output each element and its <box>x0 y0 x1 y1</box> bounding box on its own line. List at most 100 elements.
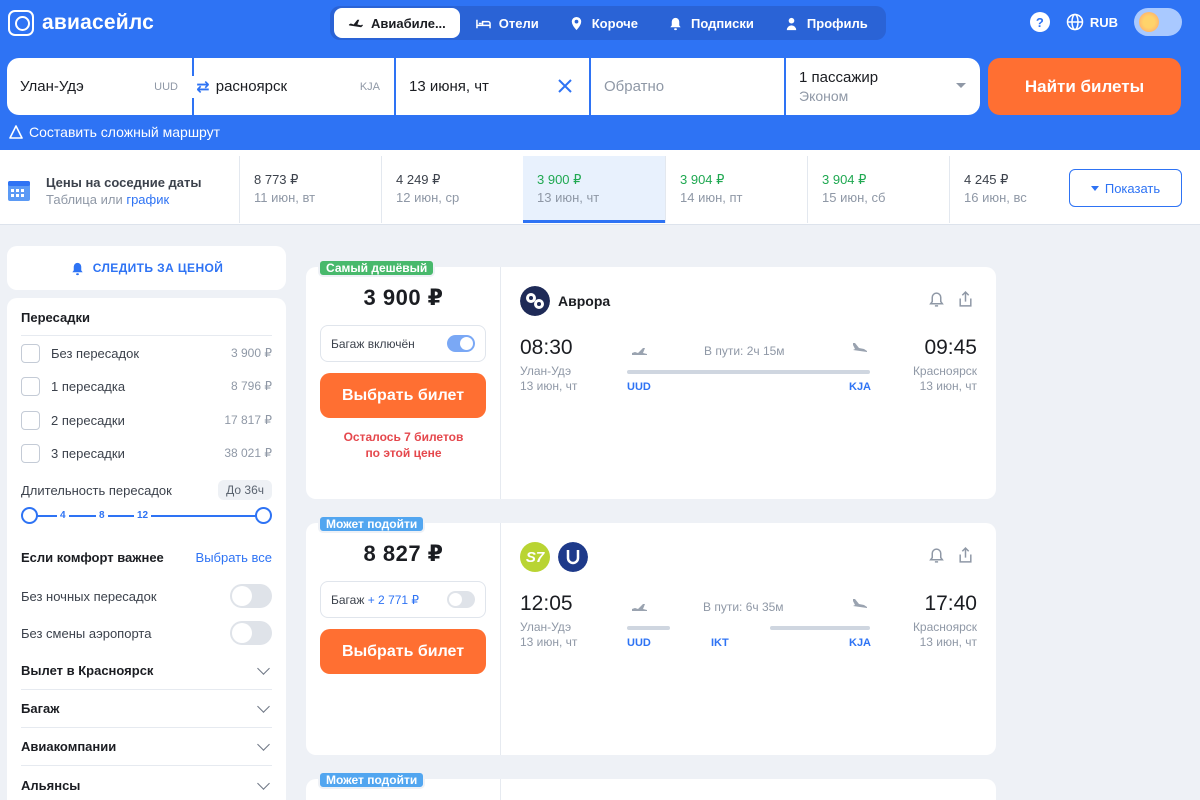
arrival-city: Красноярск <box>912 620 977 634</box>
select-all-link[interactable]: Выбрать все <box>196 550 272 565</box>
utair-logo-icon <box>558 542 588 572</box>
destination-iata-code: KJA <box>849 381 872 393</box>
destination-field[interactable]: Красноярск KJA <box>194 58 394 115</box>
baggage-extra-price: + 2 771 ₽ <box>367 592 420 607</box>
date-cell[interactable]: 8 773 ₽ 11 июн, вт <box>239 156 381 223</box>
bell-icon[interactable] <box>928 547 945 564</box>
slider-handle-min[interactable] <box>21 507 38 524</box>
chart-view-link[interactable]: график <box>126 192 169 207</box>
ticket-card[interactable]: Может подойти <box>306 771 996 800</box>
map-pin-icon <box>571 16 581 30</box>
date-day: 15 июн, сб <box>822 190 886 205</box>
may-suit-badge: Может подойти <box>318 771 426 789</box>
transfer-duration-row: Длительность пересадок До 36ч <box>21 480 272 500</box>
arrival-info: Красноярск 13 июн, чт <box>866 364 977 394</box>
stop-price: 17 817 ₽ <box>224 413 272 427</box>
stop-label: 3 пересадки <box>51 445 125 461</box>
currency-label: RUB <box>1089 14 1118 30</box>
track-price-label: СЛЕДИТЬ ЗА ЦЕНОЙ <box>92 261 224 275</box>
filters-panel: Пересадки Без пересадок 3 900 ₽ 1 переса… <box>7 298 286 800</box>
nav-tab-hotels[interactable]: Отели <box>462 8 553 38</box>
date-cell[interactable]: 4 249 ₽ 12 июн, ср <box>381 156 523 223</box>
departure-date-value: 13 июня, чт <box>409 78 489 95</box>
accordion-label: Багаж <box>21 701 60 716</box>
accordion-alliances[interactable]: Альянсы <box>21 766 272 800</box>
flight-duration: В пути: 6ч 35м <box>703 600 784 614</box>
route-line <box>627 370 870 374</box>
destination-iata-code: KJA <box>849 637 872 649</box>
ticket-actions <box>928 291 974 308</box>
logo[interactable]: авиасейлс <box>8 10 154 36</box>
baggage-toggle[interactable] <box>447 591 475 608</box>
checkbox[interactable] <box>21 343 40 363</box>
date-price: 8 773 ₽ <box>254 172 299 187</box>
accordion-baggage[interactable]: Багаж <box>21 690 272 728</box>
accordion-departure-to-krasnoyarsk[interactable]: Вылет в Красноярск <box>21 652 272 690</box>
date-cell[interactable]: 3 904 ₽ 15 июн, сб <box>807 156 949 223</box>
baggage-toggle[interactable] <box>447 335 475 352</box>
nav-tab-flights[interactable]: Авиабиле... <box>334 8 460 38</box>
no-airport-change-row: Без смены аэропорта <box>21 621 272 645</box>
return-date-placeholder: Обратно <box>604 78 665 95</box>
share-icon[interactable] <box>957 547 974 564</box>
comfort-title: Если комфорт важнее <box>21 550 164 565</box>
origin-field[interactable]: Улан-Удэ UUD <box>7 58 192 115</box>
baggage-option[interactable]: Багаж включён <box>320 325 486 362</box>
accordion-airlines[interactable]: Авиакомпании <box>21 728 272 766</box>
stop-option[interactable]: 3 пересадки 38 021 ₽ <box>21 442 272 464</box>
help-icon[interactable]: ? <box>1029 12 1050 32</box>
choose-ticket-button[interactable]: Выбрать билет <box>320 373 486 418</box>
stop-option[interactable]: 2 пересадки 17 817 ₽ <box>21 409 272 431</box>
date-day: 11 июн, вт <box>254 190 316 205</box>
checkbox[interactable] <box>21 376 40 396</box>
bell-icon[interactable] <box>928 291 945 308</box>
clear-date-icon[interactable] <box>555 76 575 96</box>
return-date-field[interactable]: Обратно <box>591 58 784 115</box>
cabin-value: Эконом <box>799 87 849 104</box>
bell-icon <box>670 17 681 30</box>
show-dates-button[interactable]: Показать <box>1069 169 1182 207</box>
theme-toggle[interactable] <box>1134 8 1182 36</box>
swap-icon[interactable]: ⇄ <box>190 76 216 98</box>
nav-tab-profile[interactable]: Профиль <box>770 8 882 38</box>
nav-tab-subscriptions[interactable]: Подписки <box>654 8 768 38</box>
no-airport-change-toggle[interactable] <box>230 621 272 645</box>
transfer-duration-slider[interactable]: 4 8 12 <box>21 507 272 525</box>
stop-option[interactable]: 1 пересадка 8 796 ₽ <box>21 375 272 397</box>
date-cell[interactable]: 3 904 ₽ 14 июн, пт <box>665 156 807 223</box>
passengers-field[interactable]: 1 пассажир Эконом <box>786 58 980 115</box>
logo-icon <box>8 10 34 36</box>
cheapest-badge: Самый дешёвый <box>318 259 436 277</box>
stop-option[interactable]: Без пересадок 3 900 ₽ <box>21 342 272 364</box>
complex-route-link[interactable]: Составить сложный маршрут <box>8 124 220 140</box>
ticket-card[interactable]: Самый дешёвый 3 900 ₽ Багаж включён Выбр… <box>306 259 996 499</box>
no-airport-change-label: Без смены аэропорта <box>21 625 152 641</box>
logo-text: авиасейлс <box>42 11 154 34</box>
share-icon[interactable] <box>957 291 974 308</box>
slider-handle-max[interactable] <box>255 507 272 524</box>
baggage-option[interactable]: Багаж + 2 771 ₽ <box>320 581 486 618</box>
arrival-date: 13 июн, чт <box>919 379 977 393</box>
ticket-price-panel: Может подойти 8 827 ₽ Багаж + 2 771 ₽ Вы… <box>306 515 501 755</box>
nav-tab-short[interactable]: Короче <box>555 8 652 38</box>
date-cell[interactable]: 4 245 ₽ 16 июн, вс <box>949 156 1059 223</box>
departure-date: 13 июн, чт <box>520 379 578 393</box>
departure-date-field[interactable]: 13 июня, чт <box>396 58 589 115</box>
route-icon <box>9 125 23 139</box>
currency-selector[interactable]: RUB <box>1066 13 1118 31</box>
choose-ticket-button[interactable]: Выбрать билет <box>320 629 486 674</box>
ticket-card[interactable]: Может подойти 8 827 ₽ Багаж + 2 771 ₽ Вы… <box>306 515 996 755</box>
checkbox[interactable] <box>21 410 40 430</box>
origin-iata: UUD <box>154 80 178 93</box>
date-cell-selected[interactable]: 3 900 ₽ 13 июн, чт <box>523 156 665 223</box>
nav-label: Профиль <box>806 15 868 31</box>
no-night-transfers-toggle[interactable] <box>230 584 272 608</box>
stop-label: Без пересадок <box>51 345 140 361</box>
track-price-button[interactable]: СЛЕДИТЬ ЗА ЦЕНОЙ <box>7 246 286 290</box>
complex-route-label: Составить сложный маршрут <box>29 124 221 140</box>
arrival-time: 17:40 <box>924 592 977 615</box>
find-tickets-button[interactable]: Найти билеты <box>988 58 1181 115</box>
caret-down-icon <box>1090 185 1099 191</box>
checkbox[interactable] <box>21 443 40 463</box>
accordion-label: Вылет в Красноярск <box>21 663 154 678</box>
